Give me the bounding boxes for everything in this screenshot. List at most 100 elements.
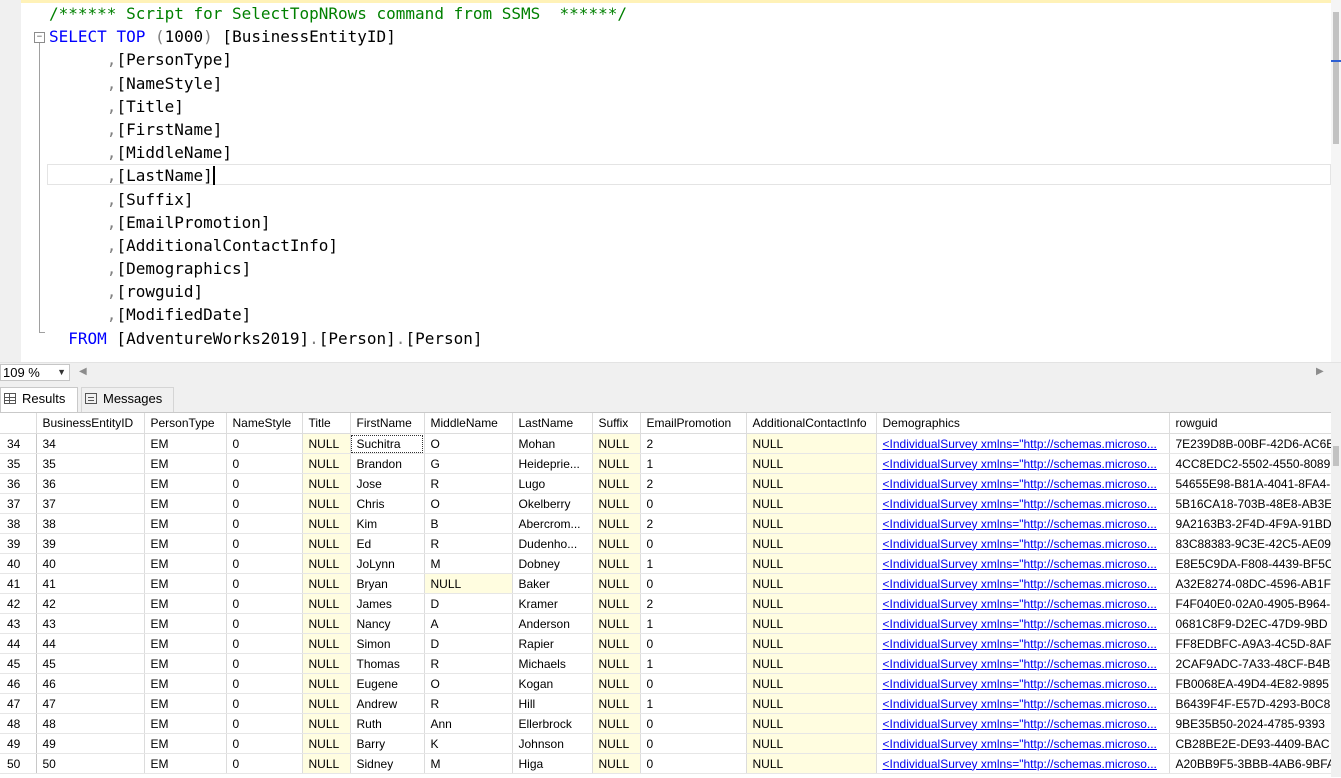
table-cell[interactable]: EM [144,633,227,654]
table-cell[interactable]: Kramer [512,593,593,614]
table-cell[interactable]: NULL [746,653,877,674]
table-cell[interactable]: 0 [226,493,303,514]
table-cell[interactable]: O [424,433,513,454]
table-cell[interactable]: NULL [592,713,641,734]
table-cell[interactable]: Dobney [512,553,593,574]
code-line[interactable]: ,[Suffix] [49,188,627,211]
column-header[interactable]: Demographics [876,413,1170,434]
table-cell[interactable]: 44 [36,633,145,654]
table-cell[interactable]: K [424,733,513,754]
table-cell[interactable]: Kogan [512,673,593,694]
table-cell[interactable]: 40 [36,553,145,574]
table-cell[interactable]: NULL [424,573,513,594]
table-cell[interactable]: NULL [302,553,351,574]
column-header[interactable]: NameStyle [226,413,303,434]
table-row[interactable]: 38 38 EM 0 NULL Kim B Abercrom... NULL 2 NULL <Indi… [0,513,1331,534]
table-cell[interactable]: Johnson [512,733,593,754]
table-cell[interactable]: 0 [226,673,303,694]
table-cell[interactable]: 38 [36,513,145,534]
table-cell[interactable]: R [424,653,513,674]
code-line[interactable]: ,[ModifiedDate] [49,303,627,326]
table-cell[interactable]: NULL [302,653,351,674]
tab-results[interactable]: Results [0,387,78,413]
xml-link-cell[interactable]: <IndividualSurvey xmlns="http://schemas.… [876,673,1170,694]
row-number[interactable]: 34 [0,433,37,454]
table-cell[interactable]: 1 [640,553,747,574]
table-cell[interactable]: NULL [746,493,877,514]
table-cell[interactable]: NULL [592,753,641,774]
table-cell[interactable]: NULL [592,673,641,694]
table-cell[interactable]: Chris [350,493,425,514]
xml-link-cell[interactable]: <IndividualSurvey xmlns="http://schemas.… [876,473,1170,494]
table-cell[interactable]: NULL [592,493,641,514]
table-cell[interactable]: Ellerbrock [512,713,593,734]
table-cell[interactable]: 45 [36,653,145,674]
table-cell[interactable]: 1 [640,653,747,674]
table-cell[interactable]: NULL [592,693,641,714]
row-number[interactable]: 50 [0,753,37,774]
row-number[interactable]: 37 [0,493,37,514]
table-cell[interactable]: NULL [746,473,877,494]
table-cell[interactable]: NULL [746,733,877,754]
table-cell[interactable]: D [424,633,513,654]
row-number-header[interactable] [0,413,37,434]
xml-link-cell[interactable]: <IndividualSurvey xmlns="http://schemas.… [876,733,1170,754]
table-cell[interactable]: 0 [226,533,303,554]
xml-link-cell[interactable]: <IndividualSurvey xmlns="http://schemas.… [876,593,1170,614]
table-cell[interactable]: NULL [302,753,351,774]
table-cell[interactable]: 1 [640,613,747,634]
table-cell[interactable]: NULL [592,733,641,754]
code-line[interactable]: ,[MiddleName] [49,141,627,164]
zoom-dropdown[interactable]: 109 % ▼ [0,364,70,381]
code-line[interactable]: ,[NameStyle] [49,72,627,95]
table-row[interactable]: 40 40 EM 0 NULL JoLynn M Dobney NULL 1 NULL <Indivi… [0,553,1331,574]
table-row[interactable]: 46 46 EM 0 NULL Eugene O Kogan NULL 0 NULL <Individ… [0,673,1331,694]
table-cell[interactable]: EM [144,713,227,734]
table-cell[interactable]: 41 [36,573,145,594]
table-cell[interactable]: NULL [592,593,641,614]
results-grid[interactable]: BusinessEntityID PersonType NameStyle Title… [0,412,1331,778]
table-cell[interactable]: 4CC8EDC2-5502-4550-8089 [1169,453,1331,474]
table-row[interactable]: 49 49 EM 0 NULL Barry K Johnson NULL 0 NULL <Indivi… [0,733,1331,754]
scrollbar-thumb[interactable] [1333,446,1339,466]
table-cell[interactable]: Ann [424,713,513,734]
table-cell[interactable]: EM [144,673,227,694]
table-cell[interactable]: M [424,753,513,774]
table-cell[interactable]: 0 [226,453,303,474]
table-cell[interactable]: NULL [302,593,351,614]
xml-link-cell[interactable]: <IndividualSurvey xmlns="http://schemas.… [876,533,1170,554]
table-cell[interactable]: 2 [640,513,747,534]
table-cell[interactable]: 0 [226,633,303,654]
row-number[interactable]: 41 [0,573,37,594]
table-cell[interactable]: 0 [226,613,303,634]
row-number[interactable]: 43 [0,613,37,634]
code-line[interactable]: ,[LastName] [49,164,627,187]
row-number[interactable]: 39 [0,533,37,554]
table-cell[interactable]: Abercrom... [512,513,593,534]
table-cell[interactable]: D [424,593,513,614]
table-cell[interactable]: R [424,533,513,554]
xml-link-cell[interactable]: <IndividualSurvey xmlns="http://schemas.… [876,693,1170,714]
xml-link-cell[interactable]: <IndividualSurvey xmlns="http://schemas.… [876,553,1170,574]
table-cell[interactable]: 0 [226,513,303,534]
xml-link-cell[interactable]: <IndividualSurvey xmlns="http://schemas.… [876,653,1170,674]
table-cell[interactable]: Okelberry [512,493,593,514]
table-cell[interactable]: Lugo [512,473,593,494]
table-cell[interactable]: A20BB9F5-3BBB-4AB6-9BFA [1169,753,1331,774]
table-cell[interactable]: F4F040E0-02A0-4905-B964- [1169,593,1331,614]
table-cell[interactable]: EM [144,453,227,474]
table-row[interactable]: 44 44 EM 0 NULL Simon D Rapier NULL 0 NULL <Individ… [0,633,1331,654]
table-cell[interactable]: 2CAF9ADC-7A33-48CF-B4B7 [1169,653,1331,674]
column-header[interactable]: Title [302,413,351,434]
grid-vertical-scrollbar[interactable] [1331,412,1341,777]
table-cell[interactable]: A32E8274-08DC-4596-AB1F [1169,573,1331,594]
table-cell[interactable]: 0 [226,553,303,574]
table-cell[interactable]: Dudenho... [512,533,593,554]
table-cell[interactable]: 0 [226,593,303,614]
table-cell[interactable]: NULL [592,433,641,454]
table-cell[interactable]: Nancy [350,613,425,634]
table-cell[interactable]: EM [144,613,227,634]
code-line[interactable]: ,[Title] [49,95,627,118]
row-number[interactable]: 38 [0,513,37,534]
table-cell[interactable]: 54655E98-B81A-4041-8FA4- [1169,473,1331,494]
